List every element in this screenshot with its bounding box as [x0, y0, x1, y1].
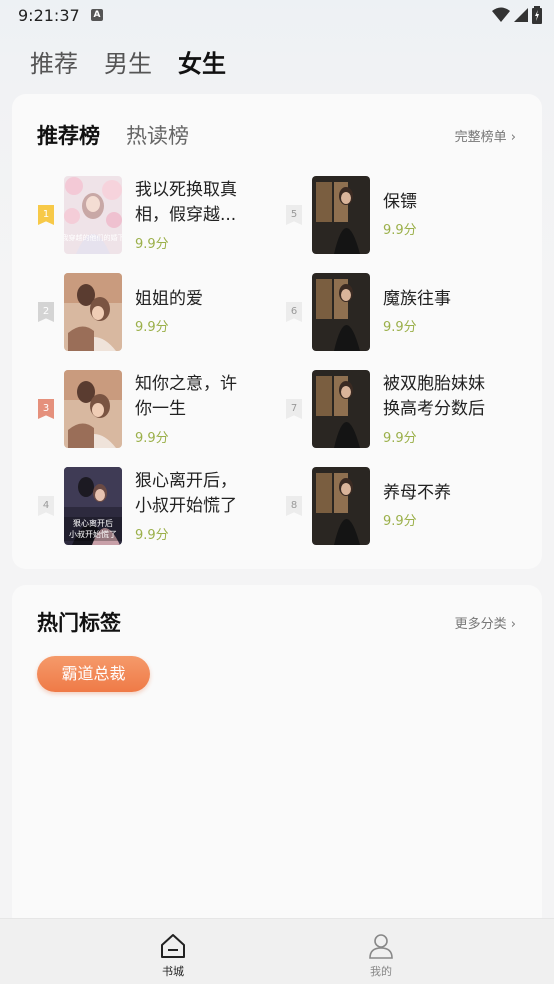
tab-male[interactable]: 男生 [104, 44, 152, 79]
cover-title-text: 我穿越的他们的婚下 [64, 233, 122, 242]
book-score: 9.9分 [135, 320, 169, 335]
list-item[interactable]: 5 保镖 9.9分 [286, 176, 531, 256]
list-item[interactable]: 7 被双胞胎妹妹换高考分数后 9.9分 [286, 370, 531, 450]
tag-chip[interactable]: 霸道总裁 [37, 656, 150, 692]
chevron-right-icon: › [506, 130, 516, 145]
book-title: 狠心离开后，小叔开始慌了 [135, 471, 237, 516]
full-ranking-link[interactable]: 完整榜单 › [455, 126, 516, 145]
tab-recommend-rank[interactable]: 推荐榜 [37, 120, 100, 150]
rank-badge: 1 [38, 205, 54, 225]
book-cover [312, 176, 370, 254]
book-title: 养母不养 [383, 483, 451, 503]
book-score: 9.9分 [383, 514, 417, 529]
list-item[interactable]: 4 狠心离开后 小叔开始慌了 狠心离开后，小叔开始慌了 9.9分 [38, 467, 283, 547]
battery-icon [532, 6, 542, 24]
hot-tags-card: 热门标签 更多分类 › 霸道总裁 [12, 585, 542, 930]
book-cover [312, 370, 370, 448]
ranking-tabs: 推荐榜 热读榜 [37, 120, 189, 150]
cover-title-line2: 小叔开始慌了 [69, 529, 117, 539]
rank-badge: 2 [38, 302, 54, 322]
tab-hot-read-rank[interactable]: 热读榜 [126, 120, 189, 150]
rank-badge: 4 [38, 496, 54, 516]
cover-title-line1: 狠心离开后 [73, 518, 113, 528]
book-cover: 狠心离开后 小叔开始慌了 [64, 467, 122, 545]
tab-female[interactable]: 女生 [178, 44, 226, 79]
tab-recommend[interactable]: 推荐 [30, 44, 78, 79]
book-score: 9.9分 [383, 431, 417, 446]
user-icon [369, 934, 393, 959]
more-categories-link[interactable]: 更多分类 › [455, 613, 516, 632]
rank-badge: 8 [286, 496, 302, 516]
book-title: 姐姐的爱 [135, 289, 203, 309]
nav-mine-label: 我的 [370, 965, 392, 978]
book-score: 9.9分 [135, 237, 169, 252]
book-title: 知你之意，许你一生 [135, 374, 237, 419]
rank-badge: 7 [286, 399, 302, 419]
book-score: 9.9分 [135, 528, 169, 543]
list-item[interactable]: 1 我穿越的他们的婚下 我以死换取真相，假穿越... 9.9分 [38, 176, 283, 256]
list-item[interactable]: 8 养母不养 9.9分 [286, 467, 531, 547]
book-cover: 我穿越的他们的婚下 [64, 176, 122, 254]
book-score: 9.9分 [383, 223, 417, 238]
home-icon [161, 934, 185, 958]
more-categories-label: 更多分类 [454, 617, 507, 632]
nav-bookstore[interactable]: 书城 [143, 933, 203, 979]
ranking-card: 推荐榜 热读榜 完整榜单 › 1 我穿越的他们的婚下 我以死换取真相，假穿越..… [12, 94, 542, 569]
book-score: 9.9分 [383, 320, 417, 335]
book-title: 我以死换取真相，假穿越... [135, 180, 237, 225]
book-score: 9.9分 [135, 431, 169, 446]
rank-badge: 6 [286, 302, 302, 322]
list-item[interactable]: 2 姐姐的爱 9.9分 [38, 273, 283, 353]
top-tabs: 推荐 男生 女生 [30, 44, 226, 79]
notification-icon: A [91, 9, 103, 21]
rank-badge: 3 [38, 399, 54, 419]
nav-mine[interactable]: 我的 [351, 933, 411, 979]
book-title: 保镖 [383, 192, 417, 212]
book-cover [64, 273, 122, 351]
full-ranking-label: 完整榜单 [454, 130, 507, 145]
book-cover [312, 273, 370, 351]
wifi-icon [492, 7, 510, 22]
bottom-nav: 书城 我的 [0, 918, 554, 984]
book-title: 魔族往事 [383, 289, 451, 309]
chevron-right-icon: › [506, 617, 516, 632]
status-time: 9:21:37 [18, 6, 80, 25]
book-cover [312, 467, 370, 545]
signal-icon [514, 8, 528, 22]
hot-tags-title: 热门标签 [37, 611, 121, 635]
status-bar: 9:21:37 A [0, 0, 554, 32]
list-item[interactable]: 6 魔族往事 9.9分 [286, 273, 531, 353]
nav-bookstore-label: 书城 [162, 965, 184, 978]
status-icons [492, 6, 542, 24]
rank-badge: 5 [286, 205, 302, 225]
book-cover [64, 370, 122, 448]
list-item[interactable]: 3 知你之意，许你一生 9.9分 [38, 370, 283, 450]
book-title: 被双胞胎妹妹换高考分数后 [383, 374, 485, 419]
